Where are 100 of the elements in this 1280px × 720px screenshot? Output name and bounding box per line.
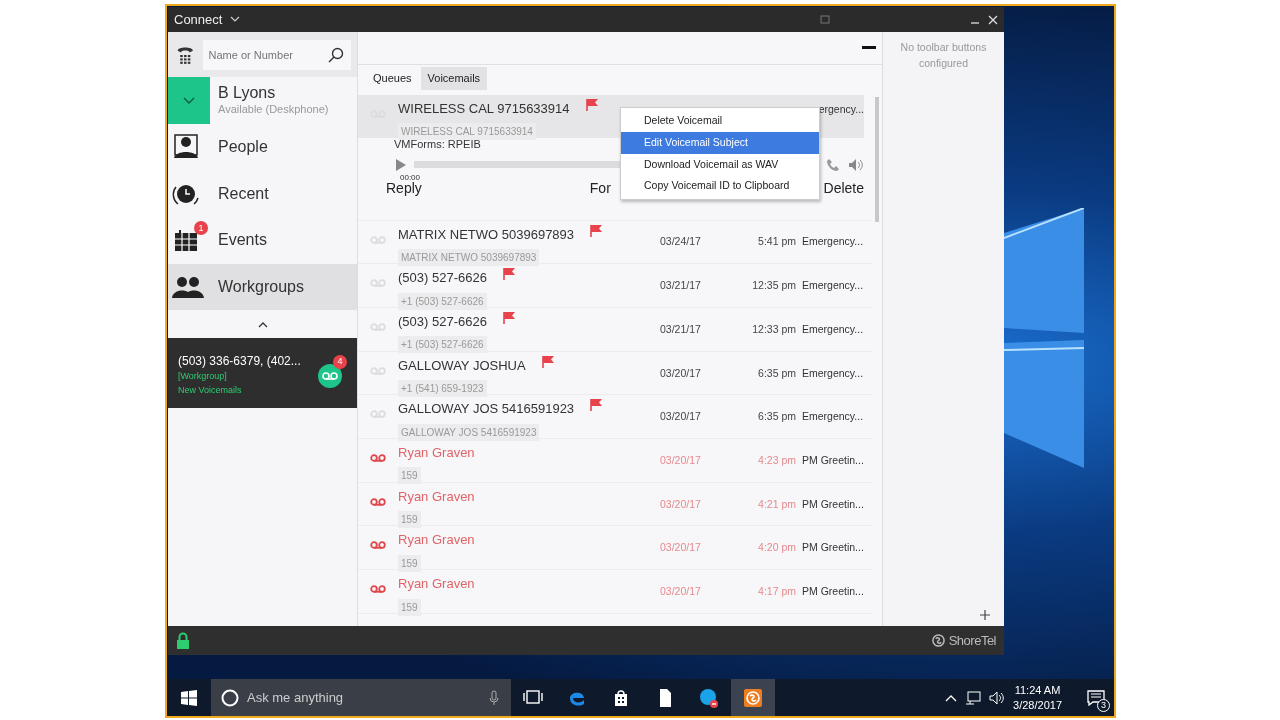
menu-item[interactable]: Delete Voicemail: [621, 110, 819, 132]
voicemail-row[interactable]: GALLOWAY JOSHUA +1 (541) 659-1923 03/20/17 6:35 pm Emergency...: [358, 351, 864, 396]
notification-card[interactable]: (503) 336-6379, (402... [Workgroup] New Voicemails 4: [168, 338, 357, 408]
voicemail-row[interactable]: Ryan Graven 159 03/20/17 4:20 pm PM Greetin...: [358, 526, 864, 570]
caller-number: MATRIX NETWO 5039697893: [398, 249, 540, 266]
nav-item[interactable]: Workgroups: [168, 263, 357, 310]
windows-logo-icon: [181, 689, 197, 706]
phone-icon[interactable]: [826, 157, 840, 172]
search-field[interactable]: Name or Number: [202, 39, 351, 70]
scrollbar-thumb[interactable]: [875, 96, 879, 222]
menu-item[interactable]: Copy Voicemail ID to Clipboard: [621, 175, 819, 197]
play-icon[interactable]: [396, 158, 406, 171]
speech-bubble-icon: [1087, 689, 1105, 706]
caller-number: GALLOWAY JOS 5416591923: [398, 423, 540, 441]
action-link[interactable]: Delete: [823, 177, 864, 199]
count-badge: 1: [194, 221, 208, 236]
caller-number: +1 (541) 659-1923: [398, 380, 487, 398]
circle-icon: [221, 689, 239, 707]
user-status: Available (Deskphone): [218, 102, 329, 117]
nav-label: Workgroups: [218, 276, 304, 297]
date-text: 03/20/17: [660, 452, 702, 468]
notification-count: 3: [1097, 699, 1110, 712]
chevron-down-icon[interactable]: [230, 16, 241, 23]
clock-date: 3/28/2017: [1013, 697, 1062, 713]
plus-icon[interactable]: [980, 610, 990, 620]
microphone-icon[interactable]: [489, 690, 499, 706]
voicemail-row[interactable]: Ryan Graven 159 03/20/17 4:23 pm PM Greetin...: [358, 438, 864, 483]
voicemail-row[interactable]: (503) 527-6626 +1 (503) 527-6626 03/21/17 12:33 pm Emergency...: [358, 307, 864, 352]
date-text: 03/24/17: [660, 234, 702, 250]
time-text: 12:35 pm: [751, 278, 796, 294]
time-text: 4:20 pm: [757, 540, 796, 556]
action-link[interactable]: For: [589, 177, 611, 199]
menu-item[interactable]: Download Voicemail as WAV: [621, 153, 819, 176]
subject-text: Emergency...: [802, 409, 864, 425]
caller-name: WIRELESS CAL 9715633914: [398, 99, 570, 118]
date-text: 03/21/17: [660, 278, 702, 294]
voicemail-row[interactable]: Ryan Graven 159 03/20/17 4:17 pm PM Greetin...: [358, 570, 864, 614]
date-text: 03/20/17: [660, 583, 702, 599]
taskbar-app-button[interactable]: [731, 679, 775, 716]
time-text: 6:35 pm: [757, 365, 796, 381]
nav-item[interactable]: People: [168, 124, 357, 171]
flag-icon[interactable]: [502, 268, 516, 281]
caller-name: Ryan Graven: [398, 575, 475, 593]
subject-text: Emergency...: [802, 234, 864, 250]
voicemail-row[interactable]: Ryan Graven 159 03/20/17 4:21 pm PM Greetin...: [358, 482, 864, 527]
caller-number: 159: [398, 554, 421, 572]
caller-number: +1 (503) 527-6626: [398, 336, 487, 354]
subject-text: PM Greetin...: [802, 452, 864, 468]
subject-text: PM Greetin...: [802, 496, 864, 512]
time-text: 6:35 pm: [757, 409, 796, 425]
minimize-icon[interactable]: [862, 46, 876, 50]
subject-text: Emergency...: [802, 278, 864, 294]
time-text: 4:21 pm: [757, 496, 796, 512]
voicemail-circle-icon[interactable]: [318, 364, 342, 388]
time-text: 12:33 pm: [751, 321, 796, 337]
elapsed-time: 00:00: [399, 171, 421, 182]
voicemail-row[interactable]: MATRIX NETWO 5039697893 MATRIX NETWO 5039697893 03/24/17 5:41 pm Emergency...: [358, 220, 864, 265]
taskbar-search-field[interactable]: Ask me anything: [211, 679, 511, 716]
notifications-button[interactable]: 3: [1078, 679, 1114, 716]
menu-item[interactable]: Edit Voicemail Subject: [621, 131, 819, 154]
nav-item[interactable]: 1 Events: [168, 217, 357, 264]
form-text: VMForms: RPEIB: [393, 137, 481, 153]
subject-text: Emergency...: [802, 321, 864, 337]
date-text: 03/20/17: [660, 540, 702, 556]
caller-name: (503) 527-6626: [398, 269, 487, 288]
swirl-app-icon: [743, 687, 763, 708]
subject-text: PM Greetin...: [802, 583, 864, 599]
search-icon[interactable]: [328, 46, 344, 63]
flag-icon[interactable]: [585, 98, 599, 111]
flag-icon[interactable]: [541, 355, 555, 368]
speaker-icon[interactable]: [848, 157, 864, 172]
date-text: 03/21/17: [660, 321, 702, 337]
flag-icon[interactable]: [502, 311, 516, 324]
flag-icon[interactable]: [590, 224, 604, 237]
tab[interactable]: Voicemails: [420, 67, 488, 90]
nav-item[interactable]: Recent: [168, 170, 357, 217]
nav-label: People: [218, 137, 268, 158]
subject-text: Emergency...: [802, 365, 864, 381]
flag-icon[interactable]: [590, 399, 604, 412]
toolbar-message: No toolbar buttons configured: [899, 40, 988, 71]
nav-label: Recent: [218, 183, 269, 204]
lock-icon: [176, 632, 190, 649]
status-toggle-button[interactable]: [168, 77, 210, 124]
time-text: 4:17 pm: [757, 583, 796, 599]
notification-title: (503) 336-6379, (402...: [178, 353, 301, 370]
date-text: 03/20/17: [660, 496, 702, 512]
caller-name: GALLOWAY JOSHUA: [398, 356, 526, 375]
caller-name: GALLOWAY JOS 5416591923: [398, 400, 575, 419]
caller-number: 159: [398, 511, 421, 529]
voicemail-row[interactable]: (503) 527-6626 +1 (503) 527-6626 03/21/17 12:35 pm Emergency...: [358, 264, 864, 308]
caller-name: Ryan Graven: [398, 487, 475, 506]
chevron-down-icon: [183, 96, 195, 105]
voicemail-row[interactable]: GALLOWAY JOS 5416591923 GALLOWAY JOS 5416591923 03/20/17 6:35 pm Emergency...: [358, 395, 864, 439]
volume-icon[interactable]: [989, 690, 1006, 705]
close-icon[interactable]: [988, 14, 998, 25]
tab[interactable]: Queues: [366, 67, 419, 90]
caret-up-icon[interactable]: [257, 320, 268, 328]
swirl-logo-icon: [931, 634, 945, 647]
network-icon[interactable]: [965, 690, 982, 705]
caller-number: 159: [398, 467, 421, 485]
